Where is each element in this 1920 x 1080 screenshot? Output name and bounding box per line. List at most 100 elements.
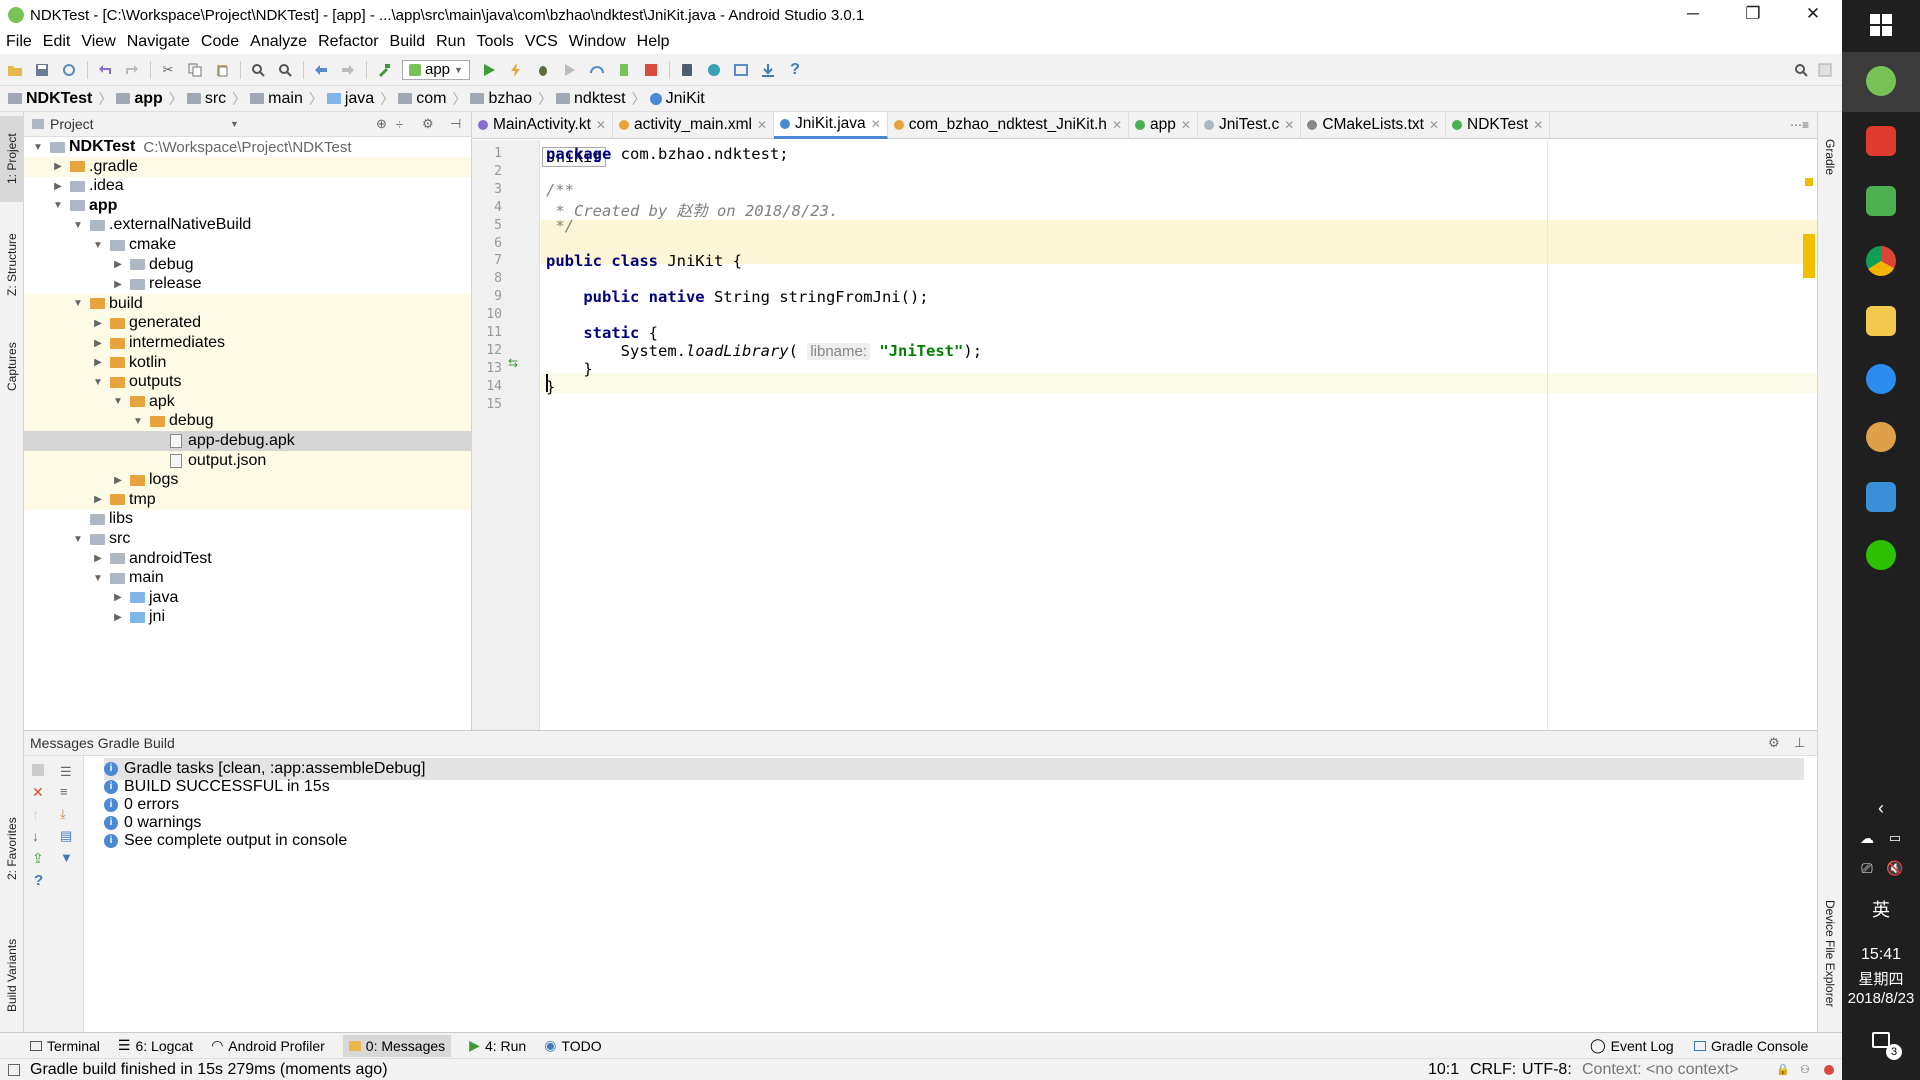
breadcrumb-ndktest-pkg[interactable]: ndktest 〉 [556, 89, 646, 109]
tree-item[interactable]: ▼ outputs [24, 372, 471, 393]
project-view-select[interactable]: Project [50, 116, 94, 132]
analysis-status-icon[interactable] [1805, 178, 1813, 186]
tree-item[interactable]: ▼ app [24, 196, 471, 216]
menu-vcs[interactable]: VCS [525, 33, 558, 51]
download-icon[interactable]: ⤓ [60, 806, 66, 822]
scroll-from-source-icon[interactable]: ⊕ [376, 116, 387, 132]
tree-item[interactable]: ▶ jni [24, 607, 471, 627]
export-icon[interactable]: ⇪ [32, 850, 44, 867]
previous-icon[interactable]: ↑ [32, 806, 39, 822]
lock-icon[interactable]: 🔒 [1776, 1063, 1790, 1076]
tree-item[interactable]: ▶ .idea [24, 176, 471, 196]
expanded-arrow-icon[interactable]: ▼ [92, 240, 104, 251]
back-icon[interactable] [312, 61, 330, 79]
collapse-all-icon[interactable]: ÷ [396, 117, 403, 132]
replace-icon[interactable] [276, 61, 294, 79]
expanded-arrow-icon[interactable]: ▼ [52, 200, 64, 211]
minimize-button[interactable]: ─ [1663, 0, 1723, 30]
menu-view[interactable]: View [81, 33, 115, 51]
redo-icon[interactable] [123, 61, 141, 79]
line-separator[interactable]: CRLF: [1470, 1061, 1516, 1079]
tree-item[interactable]: ▼ cmake [24, 235, 471, 255]
editor-app-icon[interactable] [1866, 186, 1896, 216]
paint-icon[interactable] [1866, 422, 1896, 452]
stop-icon[interactable] [642, 61, 660, 79]
close-tab-icon[interactable]: ✕ [1181, 118, 1191, 132]
tree-item[interactable]: ▼ NDKTest C:\Workspace\Project\NDKTest [24, 137, 471, 157]
close-icon[interactable]: ✕ [32, 784, 44, 801]
editor-tab[interactable]: JniTest.c ✕ [1198, 111, 1302, 139]
breadcrumb-ndktest[interactable]: NDKTest 〉 [8, 89, 112, 109]
run-config-select[interactable]: app ▼ [402, 59, 470, 80]
expanded-arrow-icon[interactable]: ▼ [72, 220, 84, 231]
message-line[interactable]: i See complete output in console [104, 830, 347, 852]
tree-item[interactable]: ▼ .externalNativeBuild [24, 215, 471, 235]
save-icon[interactable] [33, 61, 51, 79]
tree-item[interactable]: libs [24, 509, 471, 529]
menu-file[interactable]: File [6, 33, 32, 51]
message-line[interactable]: i Gradle tasks [clean, :app:assembleDebug… [104, 758, 1804, 780]
clock-weekday[interactable]: 星期四 [1842, 968, 1920, 989]
collapsed-arrow-icon[interactable]: ▶ [92, 357, 104, 368]
sync-icon[interactable] [60, 61, 78, 79]
close-tab-icon[interactable]: ✕ [596, 118, 606, 132]
gear-icon[interactable]: ⚙ [422, 116, 434, 132]
apply-changes-icon[interactable] [507, 61, 525, 79]
tree-item[interactable]: app-debug.apk [24, 431, 471, 451]
expanded-arrow-icon[interactable]: ▼ [72, 298, 84, 309]
tool-tab-captures[interactable]: Captures [0, 332, 24, 402]
clock-time[interactable]: 15:41 [1842, 946, 1920, 964]
close-tab-icon[interactable]: ✕ [1533, 118, 1543, 132]
windows-start-icon[interactable] [1870, 14, 1892, 36]
close-button[interactable]: ✕ [1783, 0, 1843, 30]
collapsed-arrow-icon[interactable]: ▶ [92, 553, 104, 564]
collapsed-arrow-icon[interactable]: ▶ [52, 181, 64, 192]
editor-tab[interactable]: com_bzhao_ndktest_JniKit.h ✕ [888, 111, 1129, 139]
tool-tab-gradle-console[interactable]: Gradle Console [1694, 1038, 1808, 1054]
tree-item[interactable]: ▼ debug [24, 411, 471, 432]
menu-refactor[interactable]: Refactor [318, 33, 378, 51]
tree-item[interactable]: ▶ generated [24, 313, 471, 334]
youdao-dict-icon[interactable] [1866, 126, 1896, 156]
file-encoding[interactable]: UTF-8: [1522, 1061, 1572, 1079]
chevron-left-icon[interactable]: ‹ [1842, 798, 1920, 819]
tree-item[interactable]: ▶ intermediates [24, 333, 471, 353]
tree-item[interactable]: ▶ logs [24, 470, 471, 491]
collapse-all-icon[interactable]: ≡ [60, 784, 68, 799]
menu-run[interactable]: Run [436, 33, 465, 51]
menu-navigate[interactable]: Navigate [127, 33, 190, 51]
next-icon[interactable]: ↓ [32, 828, 39, 844]
editor-tab[interactable]: NDKTest ✕ [1446, 111, 1551, 139]
tree-item[interactable]: ▶ tmp [24, 489, 471, 510]
tool-tab-structure[interactable]: Z: Structure [0, 220, 24, 310]
tree-item[interactable]: ▼ main [24, 568, 471, 588]
close-tab-icon[interactable]: ✕ [871, 117, 881, 131]
cut-icon[interactable]: ✂ [159, 61, 177, 79]
gradle-sync-icon[interactable] [705, 61, 723, 79]
editor-tab[interactable]: JniKit.java ✕ [774, 111, 888, 139]
breadcrumb-java[interactable]: java 〉 [326, 89, 394, 109]
maximize-button[interactable]: ❐ [1723, 0, 1783, 30]
tool-tab-messages[interactable]: 0: Messages [342, 1034, 452, 1057]
collapsed-arrow-icon[interactable]: ▶ [112, 279, 124, 290]
find-icon[interactable] [249, 61, 267, 79]
collapsed-arrow-icon[interactable]: ▶ [92, 494, 104, 505]
copy-icon[interactable] [186, 61, 204, 79]
tool-tab-event-log[interactable]: ◯ Event Log [1590, 1037, 1674, 1054]
avd-manager-icon[interactable] [678, 61, 696, 79]
menu-help[interactable]: Help [637, 33, 670, 51]
collapsed-arrow-icon[interactable]: ▶ [92, 338, 104, 349]
editor-tab[interactable]: app ✕ [1129, 111, 1198, 139]
tree-item[interactable]: ▶ kotlin [24, 352, 471, 373]
context-indicator[interactable]: Context: <no context> [1582, 1061, 1739, 1079]
gear-icon[interactable]: ⚙ [1768, 735, 1780, 751]
tool-tab-gradle[interactable]: Gradle [1818, 122, 1842, 192]
tab-list-icon[interactable]: ⋯≡ [1790, 118, 1809, 132]
code-editor[interactable]: 1 2 3 4 5 6 7 8 9 10 11 12 13 14 15 JniKit package com… [472, 140, 1817, 730]
close-tab-icon[interactable]: ✕ [1284, 118, 1294, 132]
menu-code[interactable]: Code [201, 33, 239, 51]
run-icon[interactable] [480, 61, 498, 79]
close-tab-icon[interactable]: ✕ [1112, 118, 1122, 132]
ime-indicator[interactable]: 英 [1842, 896, 1920, 922]
expanded-arrow-icon[interactable]: ▼ [112, 396, 124, 407]
